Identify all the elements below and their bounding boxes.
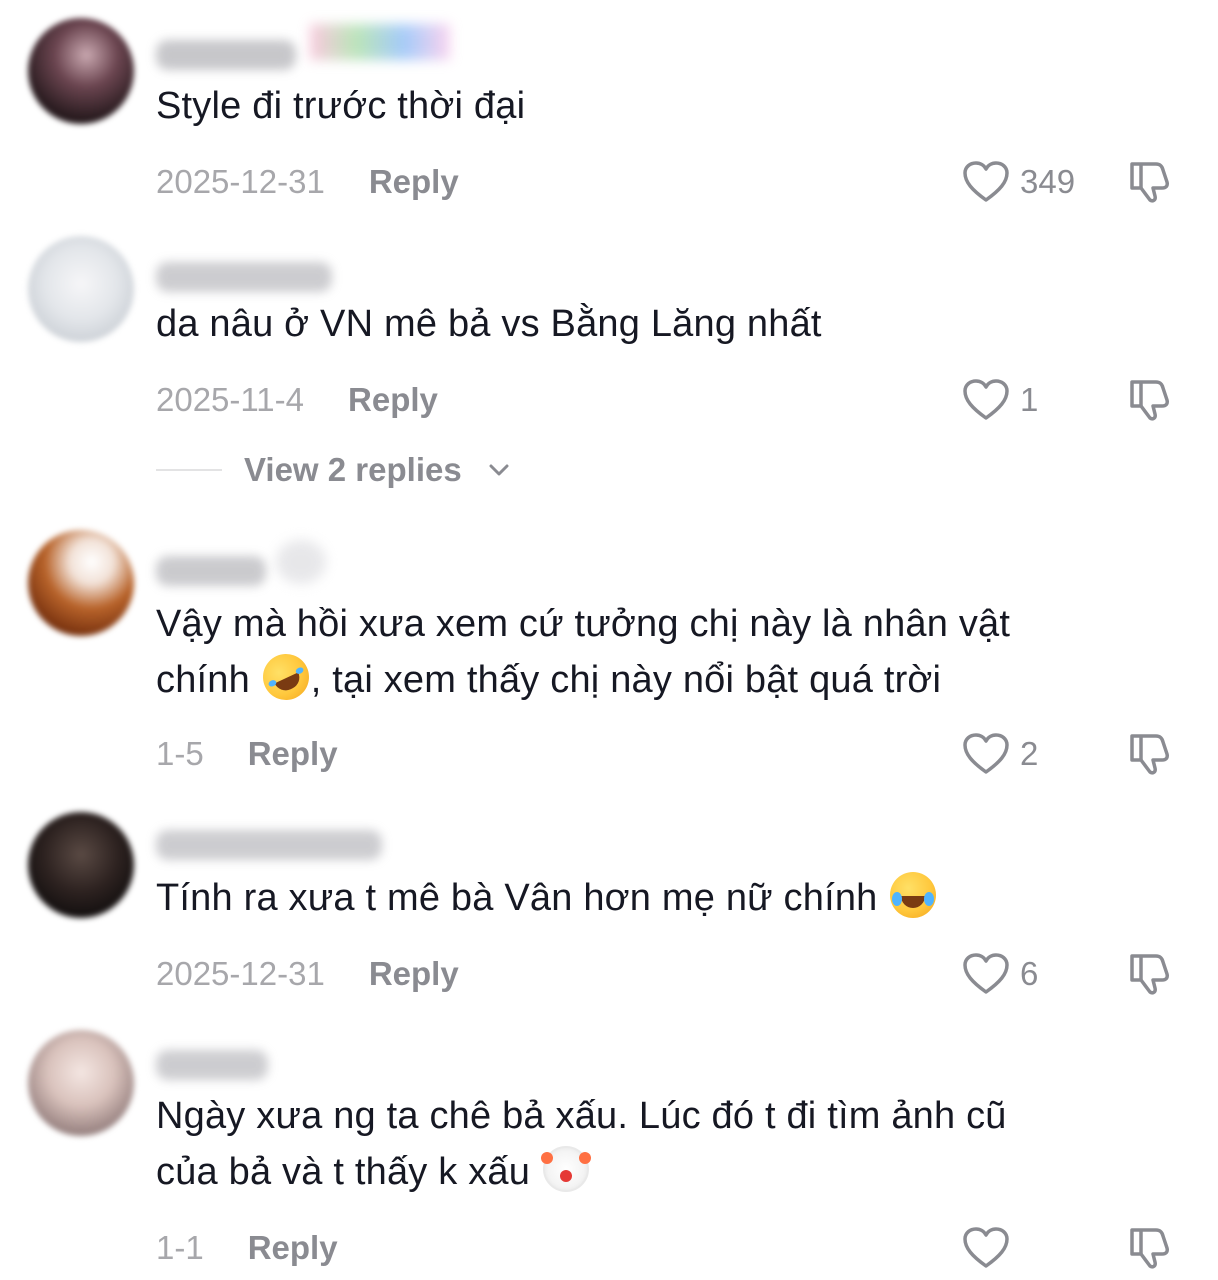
clown-face-icon — [540, 1146, 589, 1192]
reply-button[interactable]: Reply — [248, 732, 338, 776]
username[interactable] — [156, 40, 296, 70]
comment-date: 2025-12-31 — [156, 163, 325, 200]
heart-icon[interactable] — [962, 732, 1010, 776]
avatar[interactable] — [28, 1030, 134, 1136]
username-decoration — [276, 540, 326, 584]
comment-date: 2025-12-31 — [156, 955, 325, 992]
username[interactable] — [156, 1050, 268, 1080]
like-count: 1 — [1020, 381, 1039, 418]
comment-meta: 1-5 Reply — [156, 732, 338, 776]
avatar[interactable] — [28, 236, 134, 342]
avatar[interactable] — [28, 18, 134, 124]
comment-text-line: Vậy mà hồi xưa xem cứ tưởng chị này là n… — [156, 603, 1011, 645]
username-decoration — [310, 24, 450, 60]
comment-meta: 2025-12-31 Reply — [156, 952, 459, 996]
reply-button[interactable]: Reply — [348, 378, 438, 422]
comment-text-line: , tại xem thấy chị này nổi bật quá trời — [310, 659, 942, 701]
like-count: 349 — [1020, 163, 1076, 200]
comment-text-line: Tính ra xưa t mê bà Vân hơn mẹ nữ chính — [156, 877, 889, 919]
comment-date: 2025-11-4 — [156, 381, 305, 418]
avatar[interactable] — [28, 530, 134, 636]
view-replies-label: View 2 replies — [244, 451, 462, 488]
comment-text: Tính ra xưa t mê bà Vân hơn mẹ nữ chính — [156, 870, 1146, 926]
comment-meta: 2025-12-31 Reply — [156, 160, 459, 204]
comment-text-line: của bả và t thấy k xấu — [156, 1151, 541, 1193]
comment-text: da nâu ở VN mê bả vs Bằng Lăng nhất — [156, 303, 822, 345]
username[interactable] — [156, 830, 382, 860]
face-with-tears-of-joy-icon — [890, 872, 937, 918]
comment-text: Ngày xưa ng ta chê bả xấu. Lúc đó t đi t… — [156, 1088, 1146, 1200]
thumbs-down-icon[interactable] — [1126, 728, 1174, 776]
heart-icon[interactable] — [962, 952, 1010, 996]
rolling-on-floor-laughing-icon — [255, 646, 317, 708]
reply-button[interactable]: Reply — [248, 1226, 338, 1270]
comment-meta: 2025-11-4 Reply — [156, 378, 438, 422]
comment-text: Vậy mà hồi xưa xem cứ tưởng chị này là n… — [156, 596, 1146, 708]
username[interactable] — [156, 262, 332, 292]
like-count: 6 — [1020, 955, 1039, 992]
comment-text: Style đi trước thời đại — [156, 85, 526, 127]
thumbs-down-icon[interactable] — [1126, 948, 1174, 996]
heart-icon[interactable] — [962, 1226, 1010, 1270]
reply-button[interactable]: Reply — [369, 952, 459, 996]
reply-button[interactable]: Reply — [369, 160, 459, 204]
thumbs-down-icon[interactable] — [1126, 156, 1174, 204]
thumbs-down-icon[interactable] — [1126, 374, 1174, 422]
comment-text-line: chính — [156, 659, 261, 701]
comment-date: 1-1 — [156, 1229, 204, 1266]
avatar[interactable] — [28, 812, 134, 918]
heart-icon[interactable] — [962, 378, 1010, 422]
comment-text-line: Ngày xưa ng ta chê bả xấu. Lúc đó t đi t… — [156, 1095, 1007, 1137]
username[interactable] — [156, 556, 266, 586]
chevron-down-icon — [489, 464, 509, 476]
comment-meta: 1-1 Reply — [156, 1226, 338, 1270]
heart-icon[interactable] — [962, 160, 1010, 204]
view-replies-divider — [156, 469, 222, 471]
like-count: 2 — [1020, 735, 1039, 772]
view-replies-button[interactable]: View 2 replies — [156, 448, 576, 492]
thumbs-down-icon[interactable] — [1126, 1222, 1174, 1270]
comment-date: 1-5 — [156, 735, 204, 772]
